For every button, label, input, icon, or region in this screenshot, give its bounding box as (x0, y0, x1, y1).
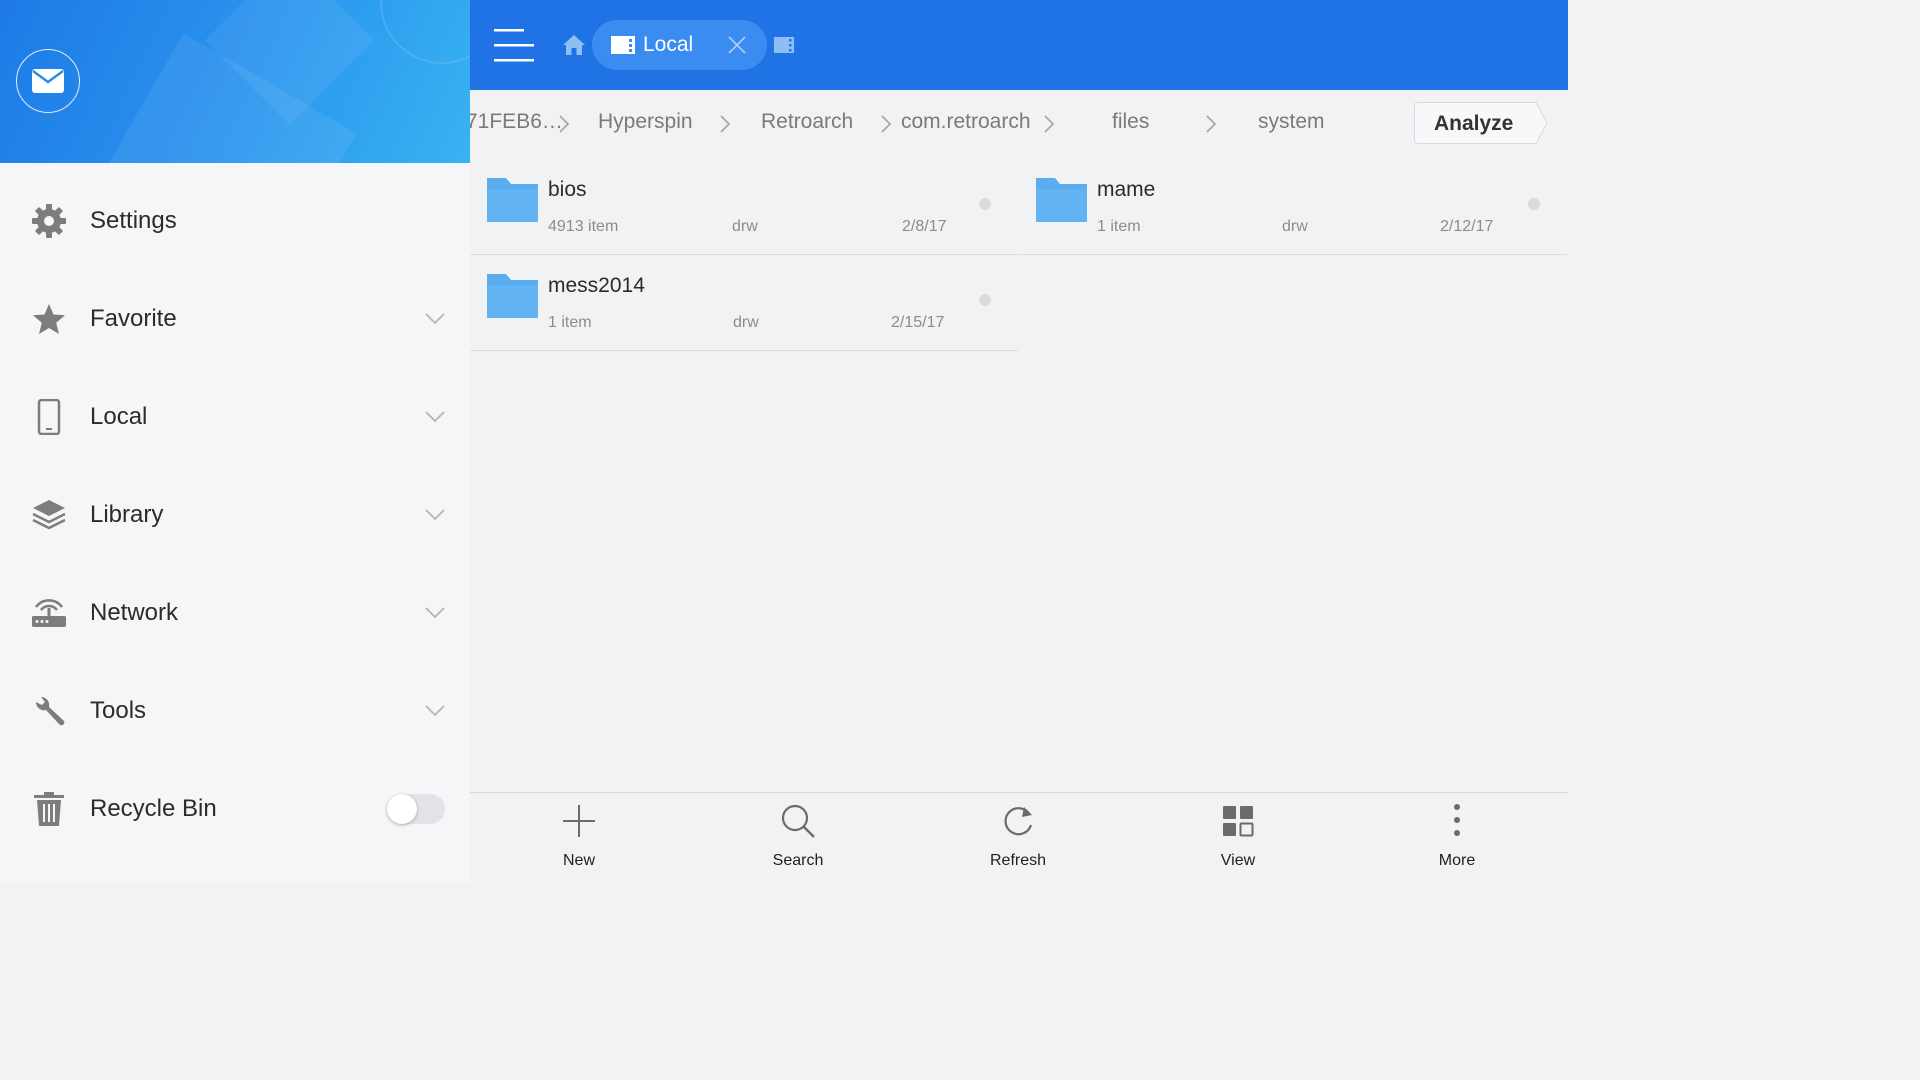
breadcrumb: 71FEB6… Hyperspin Retroarch com.retroarc… (470, 90, 1568, 158)
view-label: View (1220, 852, 1256, 869)
router-icon (30, 594, 68, 632)
tab-label: Local (643, 33, 694, 56)
breadcrumb-item[interactable]: system (1258, 110, 1325, 134)
drawer-item-label: Settings (90, 207, 177, 234)
folder-icon (487, 178, 538, 222)
analyze-button[interactable]: Analyze (1414, 102, 1536, 144)
file-name: mame (1097, 178, 1156, 201)
file-date: 2/15/17 (891, 314, 945, 331)
tab-local[interactable]: Local (592, 20, 767, 70)
file-permissions: drw (732, 218, 758, 235)
more-button[interactable]: More (1397, 793, 1517, 883)
file-name: mess2014 (548, 274, 645, 297)
chevron-right-icon (559, 115, 570, 133)
close-icon[interactable] (727, 35, 747, 55)
select-indicator[interactable] (979, 198, 991, 210)
home-icon[interactable] (562, 33, 586, 57)
breadcrumb-item[interactable]: files (1112, 110, 1149, 134)
drawer-item-settings[interactable]: Settings (0, 172, 470, 270)
file-item-count: 1 item (1097, 218, 1141, 235)
phone-icon (30, 398, 68, 436)
drawer-item-label: Local (90, 403, 148, 430)
search-icon (781, 804, 815, 838)
drawer-item-recycle-bin[interactable]: Recycle Bin (0, 760, 470, 858)
breadcrumb-item[interactable]: com.retroarch (901, 110, 1031, 134)
folder-icon (487, 274, 538, 318)
new-label: New (562, 852, 595, 869)
drawer-item-library[interactable]: Library (0, 466, 470, 564)
file-date: 2/8/17 (902, 218, 947, 235)
refresh-button[interactable]: Refresh (958, 793, 1078, 883)
file-item-count: 4913 item (548, 218, 619, 235)
breadcrumb-item[interactable]: 71FEB6… (470, 110, 563, 134)
more-label: More (1438, 852, 1476, 869)
layers-icon (30, 496, 68, 534)
grid-view-icon (1223, 806, 1254, 837)
folder-icon (1036, 178, 1087, 222)
sd-card-icon[interactable] (773, 36, 795, 54)
hamburger-menu-icon[interactable] (494, 28, 534, 62)
toggle-knob (387, 794, 417, 824)
header-decoration (380, 0, 470, 64)
chevron-down-icon[interactable] (424, 606, 446, 620)
plus-icon (563, 805, 595, 837)
bottom-toolbar: New Search Refresh View More (470, 792, 1568, 882)
drawer-item-tools[interactable]: Tools (0, 662, 470, 760)
drawer-item-favorite[interactable]: Favorite (0, 270, 470, 368)
file-item[interactable]: mame 1 item drw 2/12/17 (1019, 158, 1567, 255)
chevron-right-icon (881, 115, 892, 133)
gear-icon (30, 202, 68, 240)
file-name: bios (548, 178, 587, 201)
drawer-item-label: Network (90, 599, 179, 626)
drawer-item-label: Library (90, 501, 164, 528)
drawer-item-label: Tools (90, 697, 147, 724)
search-button[interactable]: Search (738, 793, 858, 883)
drawer-header (0, 0, 470, 163)
file-permissions: drw (1282, 218, 1308, 235)
file-item[interactable]: bios 4913 item drw 2/8/17 (470, 158, 1018, 255)
file-permissions: drw (733, 314, 759, 331)
new-button[interactable]: New (519, 793, 639, 883)
recycle-bin-toggle[interactable] (387, 794, 445, 824)
chevron-down-icon[interactable] (424, 410, 446, 424)
chevron-down-icon[interactable] (424, 704, 446, 718)
view-button[interactable]: View (1178, 793, 1298, 883)
analyze-label: Analyze (1434, 112, 1514, 135)
refresh-icon (1004, 807, 1033, 836)
chevron-right-icon (720, 115, 731, 133)
select-indicator[interactable] (979, 294, 991, 306)
mail-icon (32, 69, 64, 93)
chevron-down-icon[interactable] (424, 508, 446, 522)
file-date: 2/12/17 (1440, 218, 1494, 235)
breadcrumb-item[interactable]: Hyperspin (598, 110, 693, 134)
search-label: Search (772, 852, 824, 869)
trash-icon (30, 790, 68, 828)
file-item[interactable]: mess2014 1 item drw 2/15/17 (470, 254, 1018, 351)
drawer-item-label: Favorite (90, 305, 177, 332)
wrench-icon (30, 692, 68, 730)
analyze-button-arrow (1534, 102, 1548, 144)
file-item-count: 1 item (548, 314, 592, 331)
navigation-drawer: Settings Favorite Local Library Network … (0, 0, 470, 882)
more-vert-icon (1454, 804, 1460, 836)
breadcrumb-item[interactable]: Retroarch (761, 110, 853, 134)
mail-avatar-button[interactable] (16, 49, 80, 113)
chevron-right-icon (1206, 115, 1217, 133)
refresh-label: Refresh (989, 852, 1047, 869)
chevron-down-icon[interactable] (424, 312, 446, 326)
sd-card-icon (611, 36, 635, 54)
drawer-item-label: Recycle Bin (90, 795, 217, 822)
drawer-item-local[interactable]: Local (0, 368, 470, 466)
star-icon (30, 300, 68, 338)
chevron-right-icon (1044, 115, 1055, 133)
drawer-item-network[interactable]: Network (0, 564, 470, 662)
top-app-bar: Local (470, 0, 1568, 90)
select-indicator[interactable] (1528, 198, 1540, 210)
